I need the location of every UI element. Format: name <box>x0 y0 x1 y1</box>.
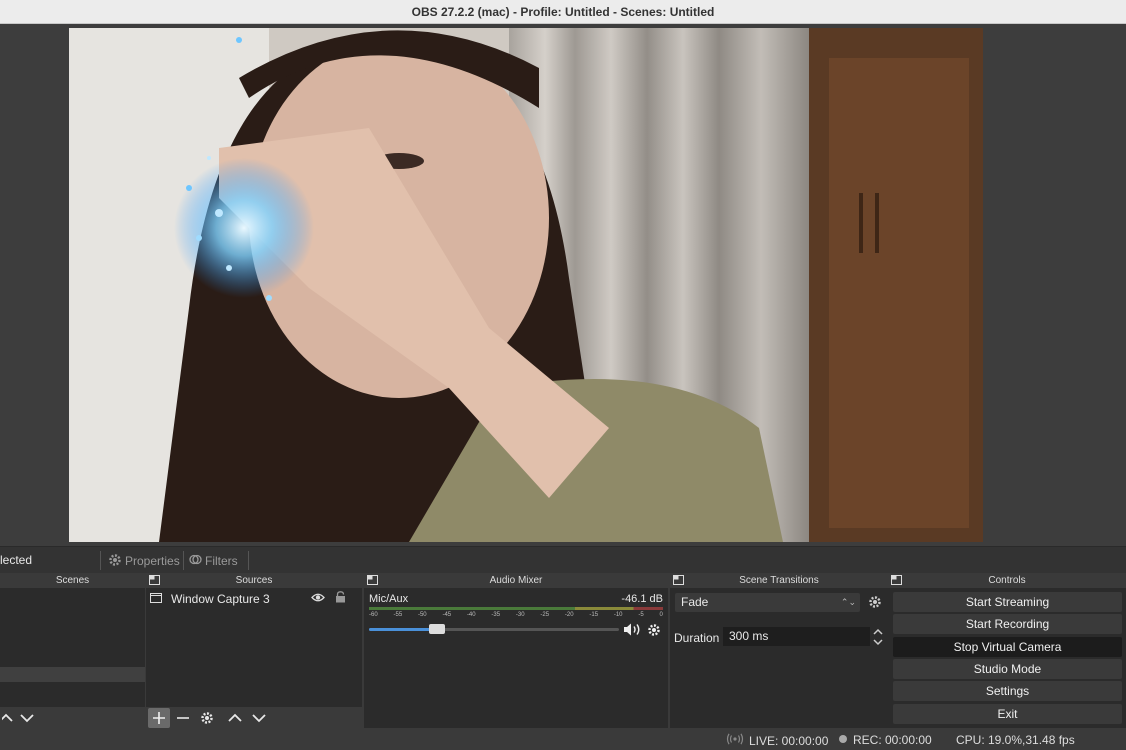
add-source-icon[interactable] <box>148 707 170 728</box>
meter-tick-label: -45 <box>442 612 452 618</box>
status-bar: LIVE: 00:00:00 REC: 00:00:00 CPU: 19.0%,… <box>0 728 1126 750</box>
filters-label: Filters <box>205 554 238 568</box>
audio-level-db: -46.1 dB <box>621 593 663 605</box>
audio-mixer-dock-title: Audio Mixer <box>364 573 668 588</box>
meter-tick-label: -40 <box>466 612 476 618</box>
preview-area <box>0 24 1126 546</box>
remove-source-icon[interactable] <box>172 708 194 728</box>
live-status: LIVE: 00:00:00 <box>726 733 828 748</box>
transition-value: Fade <box>681 595 709 609</box>
meter-tick-label: -50 <box>417 612 427 618</box>
move-down-icon[interactable] <box>16 708 38 728</box>
sources-dock-title-label: Sources <box>235 575 273 586</box>
lock-icon[interactable] <box>335 591 346 606</box>
context-divider <box>248 551 249 570</box>
sources-dock-title: Sources <box>146 573 362 588</box>
rec-status: REC: 00:00:00 <box>838 733 932 747</box>
live-timer: LIVE: 00:00:00 <box>749 733 829 748</box>
audio-mixer-body: Mic/Aux -46.1 dB -60 -55 -50 -45 -40 -35 -30 -2… <box>364 588 668 728</box>
context-divider <box>100 551 101 570</box>
video-preview[interactable] <box>69 28 983 542</box>
scenes-toolbar <box>0 707 145 728</box>
context-bar: lected Properties Filters <box>0 546 1126 573</box>
start-recording-button[interactable]: Start Recording <box>893 614 1122 634</box>
scene-list-item[interactable] <box>0 667 145 682</box>
undock-icon[interactable] <box>673 575 684 585</box>
meter-ticks: -60 -55 -50 -45 -40 -35 -30 -25 -20 -15 -10 -5 0 <box>369 612 663 620</box>
undock-icon[interactable] <box>891 575 902 585</box>
exit-button[interactable]: Exit <box>893 704 1122 724</box>
meter-tick-label: -25 <box>540 612 550 618</box>
audio-mixer-title-label: Audio Mixer <box>489 575 543 586</box>
speaker-icon[interactable] <box>623 622 643 640</box>
context-divider <box>183 551 184 570</box>
scenes-list[interactable] <box>0 588 145 728</box>
meter-tick-label: -30 <box>515 612 525 618</box>
cpu-usage: CPU: 19.0%,31.48 fps <box>956 733 1075 747</box>
audio-channel-name: Mic/Aux <box>369 593 409 605</box>
source-name: Window Capture 3 <box>171 592 270 606</box>
broadcast-icon <box>726 733 744 748</box>
properties-button[interactable]: Properties <box>108 552 180 570</box>
move-up-icon[interactable] <box>2 708 14 728</box>
audio-mixer-dock: Audio Mixer Mic/Aux -46.1 dB -60 -55 -50 -4… <box>364 573 668 728</box>
window-title: OBS 27.2.2 (mac) - Profile: Untitled - S… <box>0 0 1126 24</box>
meter-tick-label: -55 <box>393 612 403 618</box>
transition-gear-icon[interactable] <box>868 595 882 612</box>
controls-dock: Controls Start Streaming Start Recording… <box>888 573 1126 728</box>
stop-virtual-camera-button[interactable]: Stop Virtual Camera <box>893 637 1122 657</box>
scene-transitions-title-label: Scene Transitions <box>739 575 819 586</box>
sources-dock: Sources Window Capture 3 <box>146 573 362 728</box>
undock-icon[interactable] <box>149 575 160 585</box>
rec-timer: REC: 00:00:00 <box>853 733 932 747</box>
meter-tick-label: -10 <box>613 612 623 618</box>
volume-slider-fill <box>369 628 437 631</box>
mixer-gear-icon[interactable] <box>647 623 661 640</box>
transition-select[interactable]: Fade ⌃⌄ <box>675 593 860 612</box>
meter-tick-label: -35 <box>491 612 501 618</box>
start-streaming-button[interactable]: Start Streaming <box>893 592 1122 612</box>
properties-label: Properties <box>125 554 180 568</box>
cpu-status: CPU: 19.0%,31.48 fps <box>956 733 1075 747</box>
duration-value: 300 ms <box>729 629 769 643</box>
meter-tick-label: -5 <box>638 612 644 618</box>
duration-label: Duration <box>674 631 720 645</box>
scene-transitions-body: Fade ⌃⌄ Duration 300 ms <box>670 588 888 728</box>
scene-transitions-dock: Scene Transitions Fade ⌃⌄ Duration 300 m… <box>670 573 888 728</box>
sources-toolbar <box>146 707 362 728</box>
volume-slider[interactable] <box>369 624 619 634</box>
no-source-selected-label: lected <box>0 553 33 567</box>
scenes-dock-title: Scenes <box>0 573 145 588</box>
duration-stepper-icon[interactable] <box>872 627 884 650</box>
source-properties-gear-icon[interactable] <box>196 708 218 728</box>
controls-title-label: Controls <box>988 575 1026 586</box>
move-down-icon[interactable] <box>248 708 270 728</box>
meter-tick-label: -60 <box>369 612 378 618</box>
undock-icon[interactable] <box>367 575 378 585</box>
volume-slider-thumb[interactable] <box>428 624 445 634</box>
controls-body: Start Streaming Start Recording Stop Vir… <box>888 588 1126 728</box>
studio-mode-button[interactable]: Studio Mode <box>893 659 1122 679</box>
filters-button[interactable]: Filters <box>189 552 238 570</box>
meter-tick-label: -15 <box>589 612 599 618</box>
sources-list[interactable]: Window Capture 3 <box>146 588 362 728</box>
source-item[interactable]: Window Capture 3 <box>146 590 362 608</box>
controls-dock-title: Controls <box>888 573 1126 588</box>
record-dot-icon <box>838 733 848 747</box>
select-arrows-icon: ⌃⌄ <box>840 597 856 607</box>
filter-icon <box>189 553 202 569</box>
duration-input[interactable]: 300 ms <box>723 627 870 646</box>
meter-tick-label: 0 <box>659 612 663 618</box>
move-up-icon[interactable] <box>224 708 246 728</box>
eye-icon[interactable] <box>311 592 325 606</box>
window-icon <box>150 592 162 606</box>
gear-icon <box>108 553 122 570</box>
scenes-dock: Scenes <box>0 573 145 728</box>
scene-transitions-dock-title: Scene Transitions <box>670 573 888 588</box>
volume-meter <box>369 607 663 610</box>
meter-tick-label: -20 <box>564 612 574 618</box>
camera-frame-image <box>69 28 983 542</box>
settings-button[interactable]: Settings <box>893 681 1122 701</box>
